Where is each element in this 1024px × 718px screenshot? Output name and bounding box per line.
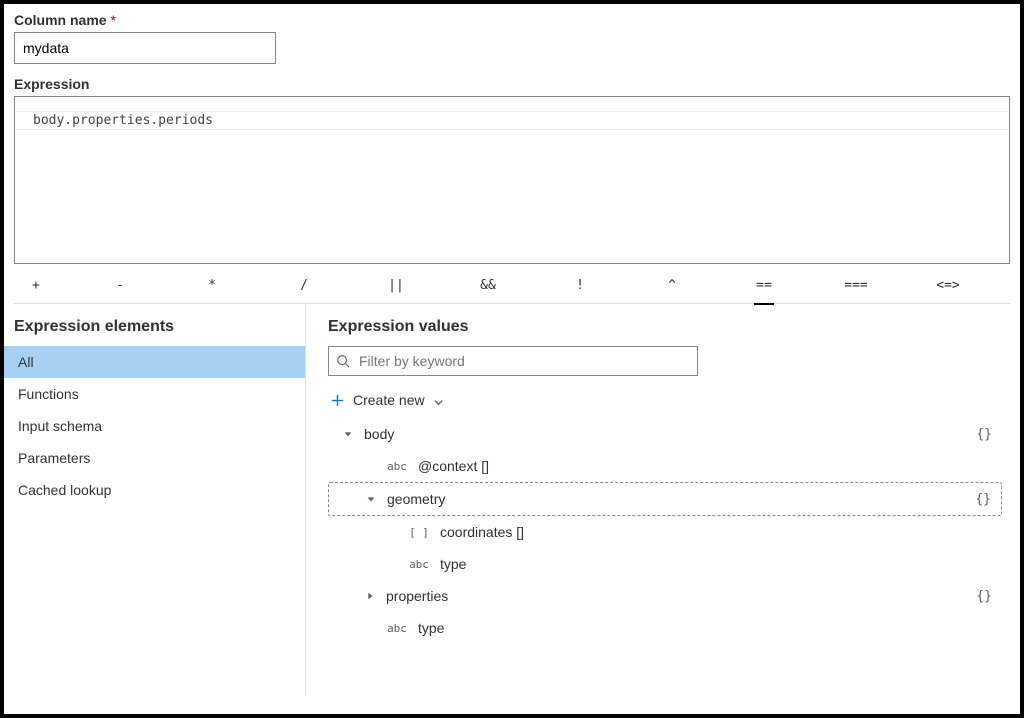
tree-node[interactable]: abctype [328,548,1002,580]
column-name-input[interactable] [14,32,276,64]
chevron-down-icon [433,395,444,406]
caret-down-icon[interactable] [365,493,377,505]
tree-node[interactable]: properties {} [328,580,1002,612]
type-glyph: abc [386,622,408,635]
elements-item[interactable]: All [4,346,305,378]
tree-node-label: properties [386,588,448,604]
operator-button[interactable]: / [258,278,350,293]
tree-node-label: geometry [387,491,445,507]
elements-title: Expression elements [4,318,305,346]
tree-node[interactable]: abc @context [] [328,450,1002,482]
tree-node[interactable]: body {} [328,418,1002,450]
operator-button[interactable]: * [166,278,258,293]
column-name-label: Column name * [14,12,1010,28]
elements-item[interactable]: Functions [4,378,305,410]
required-indicator: * [110,12,115,28]
plus-icon [330,393,345,408]
search-icon [336,354,350,368]
elements-item[interactable]: Cached lookup [4,474,305,506]
create-new-label: Create new [353,392,425,408]
operator-button[interactable]: - [74,278,166,293]
operator-button[interactable]: <=> [902,278,994,293]
elements-item[interactable]: Parameters [4,442,305,474]
elements-item[interactable]: Input schema [4,410,305,442]
filter-input[interactable] [328,346,698,376]
tree-node-label: @context [] [418,458,489,474]
operator-button[interactable]: && [442,278,534,293]
expression-values-pane: Expression values Create new [306,304,1020,696]
caret-down-icon[interactable] [342,428,354,440]
tree-node-label: coordinates [] [440,524,524,540]
operator-button[interactable]: || [350,278,442,293]
expression-builder-panel: Column name * Expression body.properties… [0,0,1024,718]
object-badge: {} [975,492,997,507]
schema-tree: body {} abc @context [] geometry {} [ ] coordin… [328,418,1002,644]
expression-editor[interactable]: body.properties.periods [14,96,1010,264]
tree-node[interactable]: [ ] coordinates [] [328,516,1002,548]
type-glyph: abc [408,558,430,571]
operator-button[interactable]: ^ [626,278,718,293]
tree-node[interactable]: abctype [328,612,1002,644]
expression-label: Expression [14,76,1010,92]
object-badge: {} [976,589,998,604]
type-glyph: abc [386,460,408,473]
operator-button[interactable]: == [718,278,810,293]
expression-text: body.properties.periods [15,111,1009,130]
tree-node-label: type [440,556,466,572]
operator-button[interactable]: ! [534,278,626,293]
object-badge: {} [976,427,998,442]
tree-node[interactable]: geometry {} [328,482,1002,516]
tree-node-label: type [418,620,444,636]
operator-button[interactable]: + [14,278,74,293]
operator-button[interactable]: === [810,278,902,293]
expression-elements-pane: Expression elements AllFunctionsInput sc… [4,304,306,696]
operators-toolbar: +-*/||&&!^=====<=> [14,264,1010,304]
caret-right-icon[interactable] [364,590,376,602]
type-glyph: [ ] [408,526,430,539]
create-new-button[interactable]: Create new [328,388,1002,418]
tree-node-label: body [364,426,394,442]
values-title: Expression values [328,318,1002,346]
